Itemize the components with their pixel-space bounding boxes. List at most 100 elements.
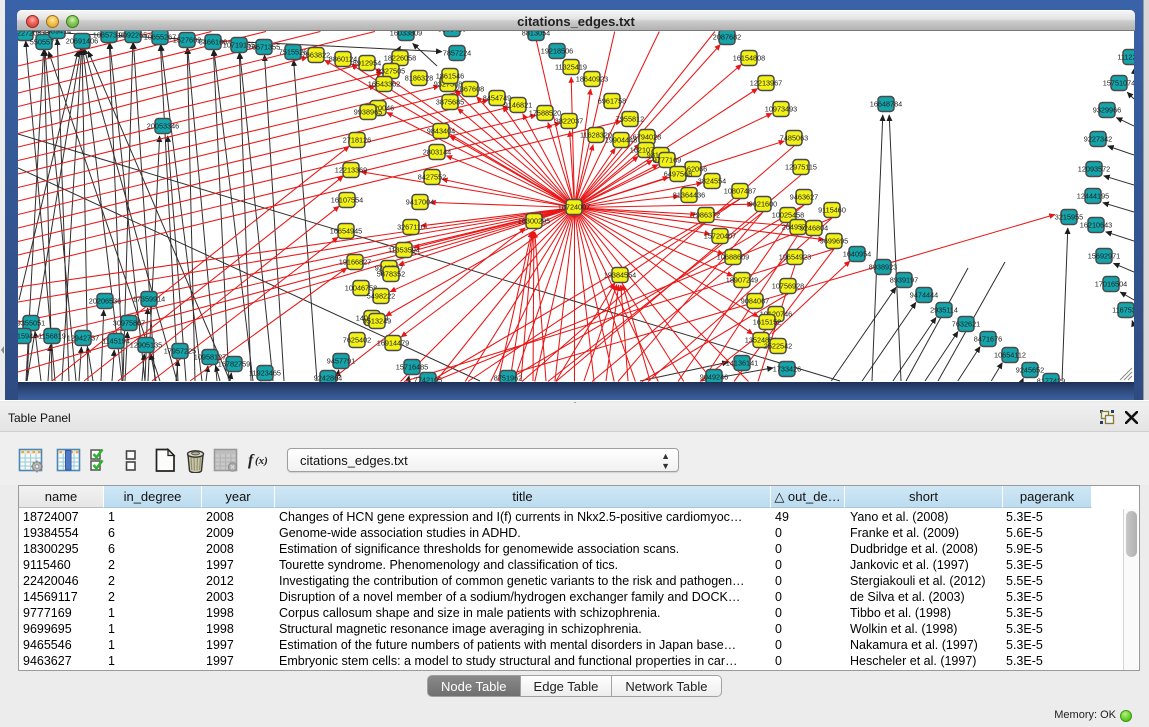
svg-text:6794028: 6794028 [633,133,661,142]
svg-text:7632621: 7632621 [952,320,980,329]
svg-text:2867608: 2867608 [456,85,484,94]
svg-text:19654923: 19654923 [779,253,811,262]
svg-text:1527602: 1527602 [173,36,201,45]
svg-text:18907249: 18907249 [726,276,758,285]
svg-text:16543362: 16543362 [368,80,400,89]
svg-text:19384554: 19384554 [604,271,636,280]
svg-text:9417004: 9417004 [406,198,434,207]
svg-text:16107554: 16107554 [331,196,363,205]
svg-text:2989414: 2989414 [43,31,71,36]
svg-text:10756928: 10756928 [772,282,804,291]
svg-text:14136141: 14136141 [726,359,758,368]
svg-text:11325419: 11325419 [555,63,587,72]
svg-text:15692971: 15692971 [1088,252,1120,261]
svg-text:9327505: 9327505 [377,67,405,76]
svg-text:16154808: 16154808 [733,54,765,63]
svg-text:9245652: 9245652 [1016,366,1044,375]
svg-text:19218506: 19218506 [541,47,573,56]
svg-text:10688609: 10688609 [717,253,749,262]
svg-text:20206536: 20206536 [89,297,121,306]
svg-text:1156819: 1156819 [38,332,66,341]
svg-text:15751074: 15751074 [1103,79,1134,88]
svg-text:15716485: 15716485 [396,363,428,372]
svg-text:12213369: 12213369 [335,166,367,175]
svg-text:18640923: 18640923 [576,75,608,84]
svg-text:10807487: 10807487 [724,187,756,196]
svg-text:3267110: 3267110 [397,223,425,232]
svg-text:9513249: 9513249 [363,317,391,326]
svg-text:10973493: 10973493 [765,105,797,114]
svg-text:8471676: 8471676 [974,335,1002,344]
svg-text:8751962: 8751962 [494,374,522,383]
svg-text:9938965: 9938965 [354,108,382,117]
svg-text:15720407: 15720407 [704,232,736,241]
svg-text:9699695: 9699695 [820,237,848,246]
svg-text:10025458: 10025458 [772,211,804,220]
svg-text:16210643: 16210643 [1080,221,1112,230]
svg-text:17359914: 17359914 [133,295,165,304]
svg-text:8938923: 8938923 [869,263,897,272]
svg-text:9463627: 9463627 [790,193,818,202]
svg-text:9242864: 9242864 [314,374,342,383]
svg-text:9457791: 9457791 [327,357,355,366]
svg-text:12093572: 12093572 [1078,165,1110,174]
svg-text:2718126: 2718126 [343,136,371,145]
svg-text:9355051: 9355051 [18,319,45,328]
svg-text:9777169: 9777169 [653,156,681,165]
svg-text:2935114: 2935114 [930,306,958,315]
svg-text:1733426: 1733426 [773,365,801,374]
svg-text:1861546: 1861546 [436,72,464,81]
svg-text:10654112: 10654112 [994,351,1026,360]
svg-text:9084067: 9084067 [741,297,769,306]
svg-text:6961758: 6961758 [598,97,626,106]
svg-text:12213967: 12213967 [750,79,782,88]
svg-text:8939197: 8939197 [890,276,918,285]
svg-text:16782759: 16782759 [218,360,250,369]
svg-text:9115460: 9115460 [818,206,846,215]
svg-text:5498222: 5498222 [367,292,395,301]
svg-text:9049246: 9049246 [700,373,728,382]
svg-text:6497568: 6497568 [664,170,692,179]
svg-text:1112243: 1112243 [1117,53,1134,62]
svg-text:9329966: 9329966 [1093,106,1121,115]
svg-text:8159420: 8159420 [438,31,466,34]
svg-text:12905135: 12905135 [130,341,162,350]
svg-text:(x): (x) [255,455,268,467]
svg-text:20053346: 20053346 [147,122,179,131]
svg-text:11923465: 11923465 [249,369,281,378]
svg-text:30975867: 30975867 [113,319,145,328]
svg-text:3875685: 3875685 [436,98,464,107]
svg-text:2803144: 2803144 [423,148,451,157]
svg-text:9227342: 9227342 [1084,135,1112,144]
svg-text:2522542: 2522542 [764,342,792,351]
svg-text:16648784: 16648784 [870,100,902,109]
svg-text:21364436: 21364436 [673,191,705,200]
svg-text:11628320: 11628320 [580,131,612,140]
svg-text:16033809: 16033809 [390,31,422,38]
svg-text:3824554: 3824554 [698,177,726,186]
svg-text:17957225: 17957225 [164,347,196,356]
svg-text:7485063: 7485063 [780,134,808,143]
svg-text:18724007: 18724007 [558,203,590,212]
svg-text:9621600: 9621600 [749,200,777,209]
svg-text:16654945: 16654945 [330,227,362,236]
svg-text:10655267: 10655267 [144,33,176,42]
svg-text:12975115: 12975115 [785,163,817,172]
svg-text:12942737: 12942737 [67,334,99,343]
svg-text:11353594: 11353594 [388,246,420,255]
svg-text:8813054: 8813054 [522,31,550,38]
svg-text:1145194: 1145194 [102,337,130,346]
svg-text:9843404: 9843404 [427,127,455,136]
svg-text:18226058: 18226058 [384,54,416,63]
svg-text:18300295: 18300295 [518,217,550,226]
svg-text:9474444: 9474444 [910,291,938,300]
svg-text:7955812: 7955812 [616,115,644,124]
svg-text:7625402: 7625402 [343,336,371,345]
svg-text:2087682: 2087682 [713,33,741,42]
svg-text:3822037: 3822037 [555,117,583,126]
svg-text:f: f [248,452,255,469]
svg-text:7857224: 7857224 [443,49,471,58]
svg-text:1640954: 1640954 [843,250,871,259]
svg-text:3915944: 3915944 [18,332,37,341]
svg-text:19166827: 19166827 [339,258,371,267]
